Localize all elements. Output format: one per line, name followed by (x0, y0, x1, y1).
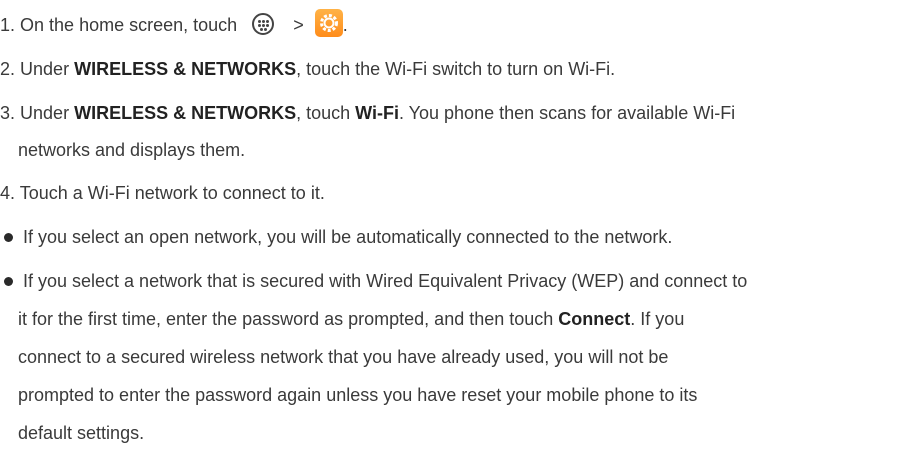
step-number: 3. (0, 103, 16, 123)
step-text: , touch (296, 103, 351, 123)
step-number: 4. (0, 183, 16, 203)
step-number: 1. (0, 15, 16, 35)
bold-term: Connect (558, 309, 631, 329)
bullet-text: If you select an open network, you will … (23, 227, 673, 247)
bullet-text: If you select a network that is secured … (23, 271, 748, 291)
step-3-continued: networks and displays them. (18, 140, 246, 160)
document-page: 1. On the home screen, touch > . 2. Unde… (0, 0, 903, 443)
step-text-end: . (342, 15, 348, 35)
separator-arrow: > (293, 15, 304, 35)
step-text: Under (20, 103, 70, 123)
step-3: 3. Under WIRELESS & NETWORKS, touch Wi-F… (0, 96, 735, 130)
step-4: 4. Touch a Wi-Fi network to connect to i… (0, 176, 325, 210)
step-text: . You phone then scans for available Wi-… (398, 103, 736, 123)
bullet-text: . If you (630, 309, 685, 329)
bullet-continued: it for the first time, enter the passwor… (18, 302, 684, 336)
bullet-continued: default settings. (18, 423, 145, 443)
bold-term: WIRELESS & NETWORKS (74, 103, 297, 123)
bullet-icon (4, 276, 13, 286)
step-2: 2. Under WIRELESS & NETWORKS, touch the … (0, 52, 615, 86)
step-text: Under (20, 59, 70, 79)
settings-gear-icon (314, 9, 343, 37)
bullet-text: it for the first time, enter the passwor… (18, 309, 554, 329)
step-text: On the home screen, touch (20, 15, 238, 35)
bullet-continued: connect to a secured wireless network th… (18, 347, 669, 367)
bold-term: WIRELESS & NETWORKS (74, 59, 297, 79)
step-text: , touch the Wi-Fi switch to turn on Wi-F… (296, 59, 616, 79)
bullet-item: If you select an open network, you will … (0, 220, 672, 254)
step-number: 2. (0, 59, 16, 79)
bullet-continued: prompted to enter the password again unl… (18, 385, 698, 405)
bullet-icon (4, 232, 13, 242)
step-1: 1. On the home screen, touch > . (0, 8, 348, 42)
apps-grid-icon (252, 13, 275, 35)
step-text: Touch a Wi-Fi network to connect to it. (19, 183, 325, 203)
bullet-item: If you select a network that is secured … (0, 264, 747, 298)
bold-term: Wi-Fi (355, 103, 399, 123)
